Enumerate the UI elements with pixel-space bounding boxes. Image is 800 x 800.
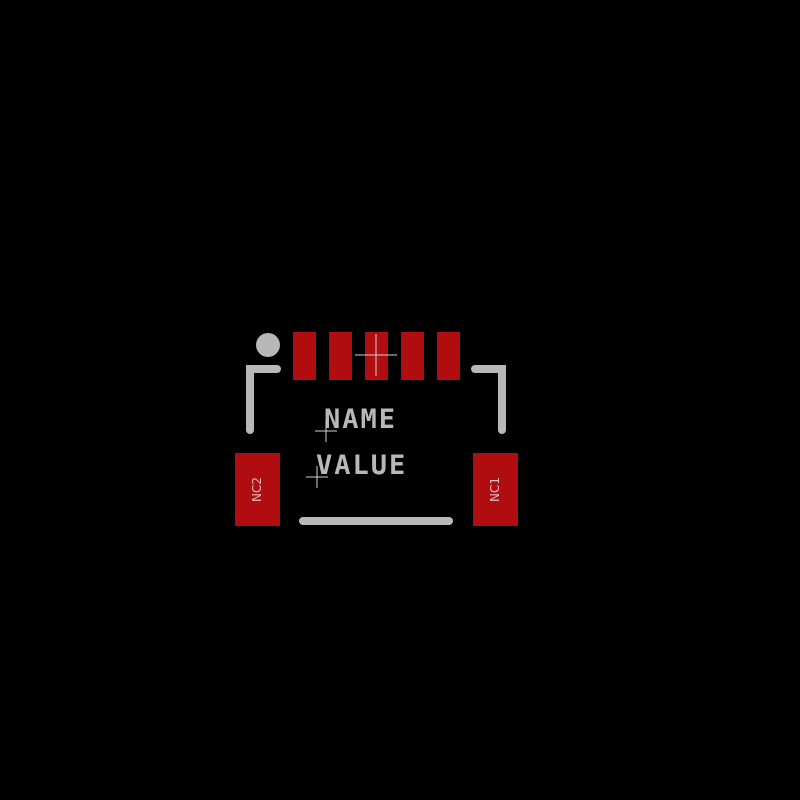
mount-pad-left[interactable]: NC2: [235, 453, 280, 526]
silk-right-bracket: [471, 365, 506, 434]
mount-pad-left-label: NC2: [250, 477, 264, 502]
footprint-name-text: NAME: [324, 404, 397, 435]
mount-pad-right[interactable]: NC1: [473, 453, 518, 526]
signal-pad-4[interactable]: [401, 332, 424, 380]
signal-pad-5[interactable]: [437, 332, 460, 380]
pcb-footprint-canvas: NC2 NC1 NAME VALUE: [235, 332, 518, 526]
silk-left-bracket: [246, 365, 281, 434]
footprint-origin-cross: [355, 334, 397, 376]
silkscreen-outline: [246, 365, 506, 525]
pin1-dot: [256, 333, 280, 357]
footprint-value-text: VALUE: [316, 450, 407, 481]
signal-pad-2[interactable]: [329, 332, 352, 380]
signal-pad-1[interactable]: [293, 332, 316, 380]
mount-pad-right-label: NC1: [488, 477, 502, 502]
